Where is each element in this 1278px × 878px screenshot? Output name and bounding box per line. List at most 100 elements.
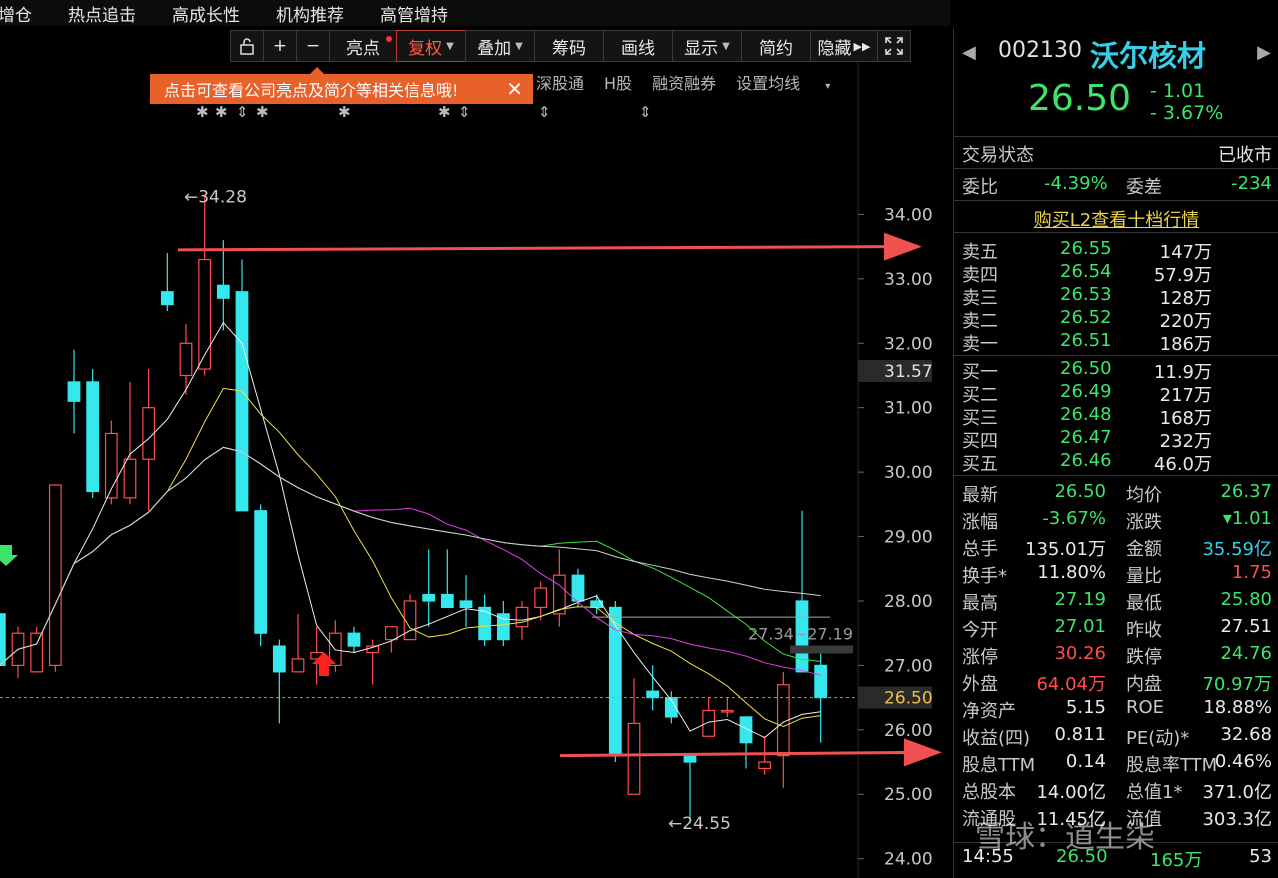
stat-label: 股息TTM bbox=[962, 755, 1036, 776]
weicha-value: -234 bbox=[1231, 173, 1272, 194]
prev-stock-icon[interactable]: ◀ bbox=[962, 42, 976, 63]
candle-body bbox=[30, 632, 44, 673]
candle-body bbox=[702, 709, 716, 737]
liangdian-button[interactable]: 亮点 bbox=[329, 30, 397, 62]
stat-row: 股息TTM 0.14 股息率TTM 0.46% bbox=[962, 751, 1272, 776]
stat-value: 30.26 bbox=[1054, 643, 1106, 664]
candle-body bbox=[571, 574, 585, 602]
stat-label: PE(动)* bbox=[1126, 728, 1190, 749]
candle-body bbox=[254, 510, 268, 634]
stat-value: 303.3亿 bbox=[1202, 809, 1272, 830]
candle-body bbox=[515, 606, 529, 628]
candle-body bbox=[142, 407, 156, 460]
candle-body bbox=[422, 593, 436, 602]
xianshi-button[interactable]: 显示 ▼ bbox=[672, 30, 742, 62]
zoom-out-button[interactable]: − bbox=[296, 30, 330, 62]
chouma-button[interactable]: 筹码 bbox=[534, 30, 604, 62]
stat-label: 昨收 bbox=[1126, 620, 1162, 641]
candle-body bbox=[160, 291, 174, 306]
bid-price: 26.50 bbox=[1060, 358, 1112, 379]
stat-value: ▾1.01 bbox=[1222, 508, 1272, 529]
candle-body bbox=[459, 600, 473, 609]
stat-label: 均价 bbox=[1126, 485, 1162, 506]
stat-row: 换手* 11.80% 量比 1.75 bbox=[962, 562, 1272, 587]
watermark-text: 雪球：道生柒 bbox=[975, 820, 1155, 855]
ask-label: 卖一 bbox=[962, 334, 998, 355]
candle-body bbox=[216, 284, 230, 299]
stat-value: 27.01 bbox=[1054, 616, 1106, 637]
subnav-hgu[interactable]: H股 bbox=[604, 70, 632, 94]
candle-body bbox=[739, 716, 753, 744]
stat-label: 最新 bbox=[962, 485, 998, 506]
event-marker-icon: ✱ bbox=[196, 103, 209, 121]
stat-value: 371.0亿 bbox=[1202, 782, 1272, 803]
y-tick-label: 25.00 bbox=[884, 785, 933, 805]
bottom-arrow-head bbox=[904, 738, 942, 767]
stat-label: 涨幅 bbox=[962, 512, 998, 533]
subnav-rongzi[interactable]: 融资融券 bbox=[652, 70, 716, 94]
event-marker-icon: ✱ bbox=[215, 103, 228, 121]
subnav-junxian-label: 设置均线 bbox=[736, 74, 801, 93]
hover-price-label: 31.57 bbox=[884, 362, 933, 382]
candle-body bbox=[0, 613, 6, 666]
tooltip-text: 点击可查看公司亮点及简介等相关信息哦! bbox=[164, 81, 459, 100]
top-arrow-head bbox=[884, 232, 922, 261]
jianyue-button[interactable]: 简约 bbox=[741, 30, 811, 62]
candlestick-chart[interactable]: 24.00 25.00 26.00 27.00 28.00 29.00 30.00 31.00… bbox=[0, 0, 950, 878]
candle-body bbox=[534, 587, 548, 609]
candle-body bbox=[48, 484, 62, 666]
bid-volume: 46.0万 bbox=[1153, 454, 1212, 475]
sub-nav: 深股通 H股 融资融券 设置均线 ▾ bbox=[536, 70, 870, 94]
stat-label: 内盘 bbox=[1126, 674, 1162, 695]
stock-code: 002130 bbox=[998, 38, 1082, 63]
event-marker-icon: ⇕ bbox=[236, 103, 249, 121]
candle-body bbox=[478, 606, 492, 641]
stat-value: 14.00亿 bbox=[1036, 782, 1106, 803]
stat-label: 最高 bbox=[962, 593, 998, 614]
y-tick-label: 24.00 bbox=[884, 850, 933, 870]
divider bbox=[954, 232, 1278, 233]
stock-name: 沃尔核材 bbox=[1090, 39, 1207, 73]
yincang-button[interactable]: 隐藏 ▶▶ bbox=[810, 30, 878, 62]
divider bbox=[954, 200, 1278, 201]
fullscreen-icon[interactable] bbox=[877, 30, 911, 62]
fuquan-button[interactable]: 复权 ▼ bbox=[396, 30, 466, 62]
zoom-in-button[interactable]: + bbox=[263, 30, 297, 62]
weibi-label: 委比 bbox=[962, 177, 998, 198]
candle-body bbox=[758, 761, 772, 770]
stat-value: 70.97万 bbox=[1202, 674, 1272, 695]
bid-row: 买一 26.50 11.9万 bbox=[962, 358, 1272, 383]
bid-price: 26.49 bbox=[1060, 381, 1112, 402]
stat-value: 64.04万 bbox=[1036, 674, 1106, 695]
stat-value: 27.19 bbox=[1054, 589, 1106, 610]
candle-body bbox=[291, 658, 305, 673]
bid-row: 买二 26.49 217万 bbox=[962, 381, 1272, 406]
y-tick-label: 31.00 bbox=[884, 399, 933, 419]
buy-l2-link[interactable]: 购买L2查看十档行情 bbox=[954, 206, 1278, 232]
stat-row: 总手 135.01万 金额 35.59亿 bbox=[962, 535, 1272, 560]
huaxian-button[interactable]: 画线 bbox=[603, 30, 673, 62]
event-marker-icon: ⇕ bbox=[639, 103, 652, 121]
stat-value: 25.80 bbox=[1220, 589, 1272, 610]
next-stock-icon[interactable]: ▶ bbox=[1257, 42, 1271, 63]
price-change: - 1.01 bbox=[1150, 80, 1206, 102]
stat-label: 跌停 bbox=[1126, 647, 1162, 668]
current-price-label: 26.50 bbox=[884, 689, 933, 709]
close-icon[interactable]: ✕ bbox=[506, 77, 523, 101]
stat-value: 24.76 bbox=[1220, 643, 1272, 664]
subnav-shengutong[interactable]: 深股通 bbox=[536, 70, 584, 94]
y-tick-label: 26.00 bbox=[884, 721, 933, 741]
status-value: 已收市 bbox=[1218, 145, 1272, 166]
weibi-row: 委比 -4.39% 委差 -234 bbox=[962, 173, 1272, 198]
stat-value: 26.37 bbox=[1220, 481, 1272, 502]
lock-open-icon[interactable] bbox=[230, 30, 264, 62]
subnav-junxian[interactable]: 设置均线 ▾ bbox=[736, 70, 850, 94]
ma5-line bbox=[0, 321, 821, 739]
min-price-label: ←24.55 bbox=[668, 814, 731, 834]
diejia-button[interactable]: 叠加 ▼ bbox=[465, 30, 535, 62]
stat-label: 涨停 bbox=[962, 647, 998, 668]
tick-volume: 165万 bbox=[1150, 850, 1203, 871]
candle-body bbox=[720, 709, 734, 713]
stat-value: 26.50 bbox=[1054, 481, 1106, 502]
status-label: 交易状态 bbox=[962, 145, 1034, 166]
